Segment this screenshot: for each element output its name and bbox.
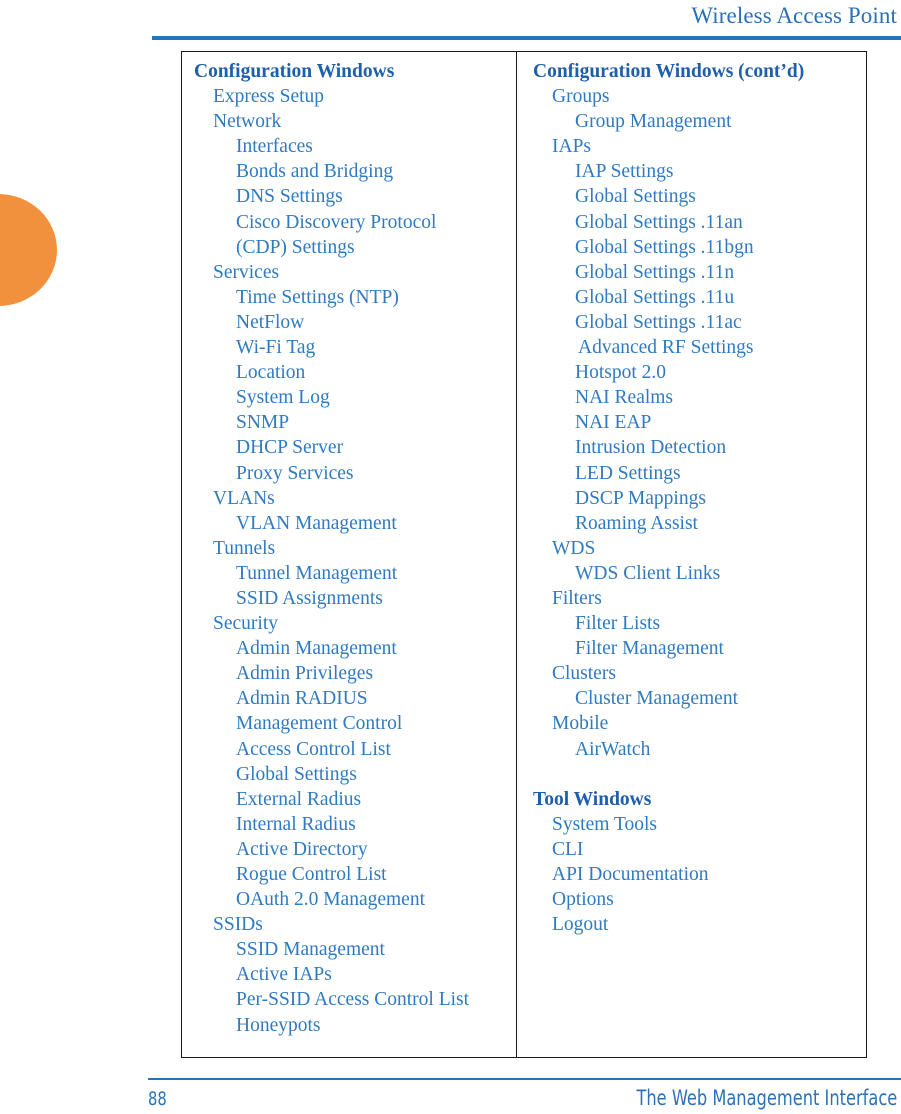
toc-left-entry[interactable]: Time Settings (NTP) [194, 285, 516, 310]
toc-left-entry[interactable]: Management Control [194, 711, 516, 736]
toc-left-entry[interactable]: Proxy Services [194, 461, 516, 486]
toc-left-entry[interactable]: SSIDs [194, 912, 516, 937]
toc-left-entry[interactable]: Rogue Control List [194, 862, 516, 887]
toc-left-entry[interactable]: Admin Management [194, 636, 516, 661]
toc-left-entry[interactable]: Per-SSID Access Control List [194, 987, 516, 1012]
toc-right-entry[interactable]: Clusters [533, 661, 866, 686]
toc-column-left: Configuration Windows Express Setup Netwo… [182, 52, 517, 1057]
toc-left-entry[interactable]: Admin RADIUS [194, 686, 516, 711]
toc-left-entry[interactable]: Bonds and Bridging [194, 159, 516, 184]
toc-right-entry[interactable]: WDS [533, 536, 866, 561]
toc-left-entry[interactable]: NetFlow [194, 310, 516, 335]
page-number: 88 [148, 1088, 167, 1110]
toc-left-entry[interactable]: SSID Management [194, 937, 516, 962]
toc-right-heading: Configuration Windows (cont’d) [533, 61, 805, 82]
toc-right-entry[interactable]: Groups [533, 84, 866, 109]
toc-left-entry[interactable]: SSID Assignments [194, 586, 516, 611]
toc-left-entry[interactable]: Active IAPs [194, 962, 516, 987]
configuration-windows-table: Configuration Windows Express Setup Netwo… [181, 51, 867, 1058]
tool-windows-entry[interactable]: Logout [533, 912, 866, 937]
toc-column-right: Configuration Windows (cont’d) Groups Gro… [517, 52, 866, 1057]
page-header: Wireless Access Point [0, 0, 901, 44]
toc-left-entry[interactable]: System Log [194, 385, 516, 410]
toc-right-entry[interactable]: Group Management [533, 109, 866, 134]
toc-left-entry[interactable]: Wi-Fi Tag [194, 335, 516, 360]
toc-right-entry[interactable]: NAI EAP [533, 410, 866, 435]
toc-left-entry[interactable]: Services [194, 260, 516, 285]
toc-right-entry[interactable]: NAI Realms [533, 385, 866, 410]
toc-left-entry[interactable]: Interfaces [194, 134, 516, 159]
footer-section-title: The Web Management Interface [636, 1086, 897, 1110]
toc-left-entry[interactable]: Network [194, 109, 516, 134]
toc-left-entry[interactable]: OAuth 2.0 Management [194, 887, 516, 912]
toc-left-entry[interactable]: Security [194, 611, 516, 636]
toc-left-item-list: Express Setup Network Interfaces Bonds and … [194, 84, 516, 1038]
toc-left-entry[interactable]: SNMP [194, 410, 516, 435]
toc-left-entry[interactable]: External Radius [194, 787, 516, 812]
footer-rule [148, 1078, 901, 1080]
tool-windows-heading: Tool Windows [533, 788, 652, 810]
toc-left-entry[interactable]: Active Directory [194, 837, 516, 862]
page-footer: 88 The Web Management Interface [0, 1078, 901, 1114]
toc-left-entry[interactable]: Tunnel Management [194, 561, 516, 586]
toc-left-entry[interactable]: Location [194, 360, 516, 385]
toc-right-entry[interactable]: Global Settings .11an [533, 210, 866, 235]
toc-left-entry[interactable]: DHCP Server [194, 435, 516, 460]
toc-right-entry[interactable]: Roaming Assist [533, 511, 866, 536]
toc-right-entry[interactable]: Intrusion Detection [533, 435, 866, 460]
toc-right-entry[interactable]: AirWatch [533, 737, 866, 762]
toc-right-entry[interactable]: Hotspot 2.0 [533, 360, 866, 385]
toc-right-entry[interactable]: Cluster Management [533, 686, 866, 711]
toc-left-entry[interactable]: Tunnels [194, 536, 516, 561]
toc-left-entry[interactable]: Admin Privileges [194, 661, 516, 686]
toc-right-entry[interactable]: Filter Management [533, 636, 866, 661]
toc-left-entry[interactable]: Express Setup [194, 84, 516, 109]
tool-windows-entry[interactable]: Options [533, 887, 866, 912]
toc-right-item-list: Groups Group Management IAPs IAP Settings Gl… [533, 84, 866, 762]
toc-right-entry[interactable]: IAP Settings [533, 159, 866, 184]
toc-right-entry[interactable]: Global Settings .11ac [533, 310, 866, 335]
toc-left-heading: Configuration Windows [194, 61, 395, 82]
toc-left-entry[interactable]: VLAN Management [194, 511, 516, 536]
toc-left-entry[interactable]: Honeypots [194, 1013, 516, 1038]
toc-right-entry[interactable]: IAPs [533, 134, 866, 159]
tool-windows-entry[interactable]: CLI [533, 837, 866, 862]
toc-left-entry[interactable]: Internal Radius [194, 812, 516, 837]
toc-left-entry[interactable]: Access Control List [194, 737, 516, 762]
toc-left-entry[interactable]: DNS Settings [194, 184, 516, 209]
toc-right-entry[interactable]: Advanced RF Settings [533, 335, 866, 360]
toc-left-entry[interactable]: Global Settings [194, 762, 516, 787]
toc-right-entry[interactable]: DSCP Mappings [533, 486, 866, 511]
toc-right-entry[interactable]: LED Settings [533, 461, 866, 486]
tool-windows-entry[interactable]: API Documentation [533, 862, 866, 887]
running-header-title: Wireless Access Point [691, 3, 897, 28]
toc-right-entry[interactable]: Global Settings .11n [533, 260, 866, 285]
toc-right-entry[interactable]: Mobile [533, 711, 866, 736]
chapter-thumb-tab [0, 194, 57, 306]
toc-left-entry[interactable]: Cisco Discovery Protocol [194, 210, 516, 235]
toc-right-entry[interactable]: Filters [533, 586, 866, 611]
tool-windows-item-list: System Tools CLI API Documentation Options L… [533, 812, 866, 937]
toc-left-entry[interactable]: VLANs [194, 486, 516, 511]
toc-right-entry[interactable]: Global Settings .11bgn [533, 235, 866, 260]
toc-right-entry[interactable]: Filter Lists [533, 611, 866, 636]
tool-windows-entry[interactable]: System Tools [533, 812, 866, 837]
toc-right-entry[interactable]: Global Settings [533, 184, 866, 209]
toc-right-entry[interactable]: WDS Client Links [533, 561, 866, 586]
header-rule [152, 36, 901, 40]
toc-left-entry[interactable]: (CDP) Settings [194, 235, 516, 260]
toc-right-entry[interactable]: Global Settings .11u [533, 285, 866, 310]
